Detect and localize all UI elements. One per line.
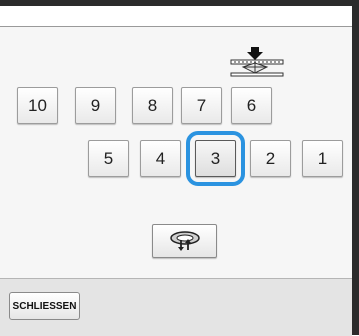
needle-button-1[interactable]: 1 [302,140,343,177]
right-border [352,0,359,335]
needle-button-2[interactable]: 2 [250,140,291,177]
needle-button-4[interactable]: 4 [140,140,181,177]
needle-position-icon [230,47,284,77]
needle-button-10[interactable]: 10 [17,87,58,124]
rotate-needle-bar-button[interactable] [152,224,217,258]
needle-button-6[interactable]: 6 [231,87,272,124]
needle-button-5[interactable]: 5 [88,140,129,177]
needle-button-7[interactable]: 7 [181,87,222,124]
top-border [0,0,359,6]
needle-button-3[interactable]: 3 [195,140,236,177]
close-button[interactable]: SCHLIESSEN [9,292,80,320]
needle-button-8[interactable]: 8 [132,87,173,124]
needle-button-9[interactable]: 9 [75,87,116,124]
rotate-needle-bar-icon [169,231,200,251]
